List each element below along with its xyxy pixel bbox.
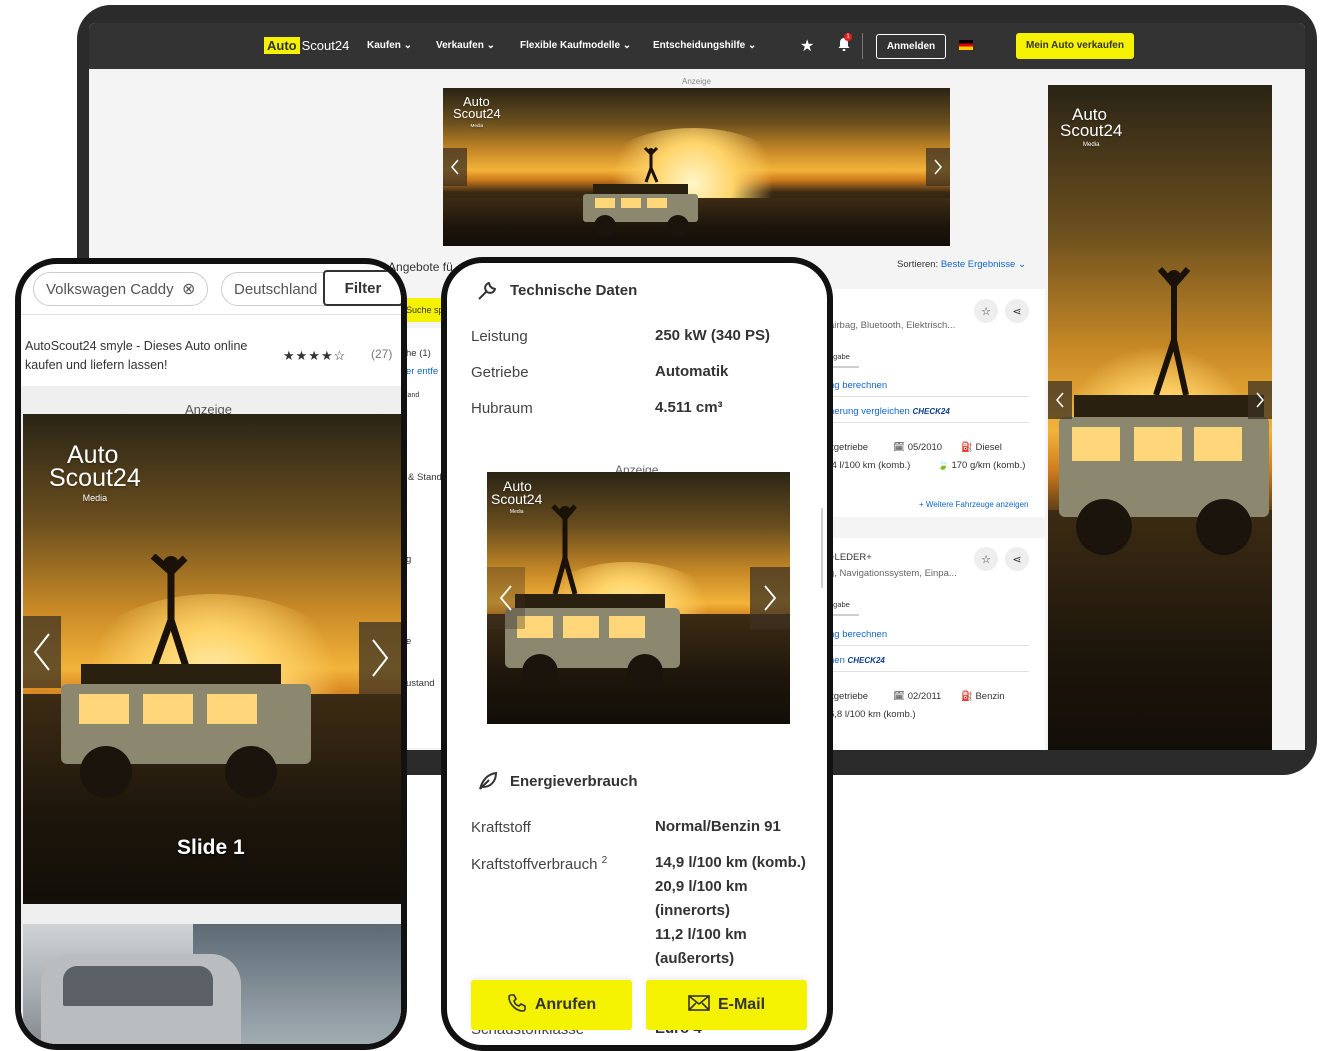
finance-calculation-link[interactable]: ng berechnen: [829, 380, 887, 391]
logo-part-scout24: Scout24: [301, 38, 350, 53]
favorite-star-icon[interactable]: ☆: [974, 547, 998, 571]
favorite-star-icon[interactable]: ☆: [974, 299, 998, 323]
filter-chip[interactable]: land: [406, 392, 419, 399]
phone-icon: [507, 993, 527, 1018]
filter-item[interactable]: er entfe: [406, 366, 438, 377]
autoscout24-media-logo: Auto Scout24 Media: [453, 94, 501, 128]
wrench-icon: [475, 279, 499, 308]
listing-photo-volkswagen-caddy[interactable]: [23, 924, 401, 1044]
nav-verkaufen[interactable]: Verkaufen ⌄: [436, 40, 495, 51]
fuel-type: ⛽ Benzin: [961, 691, 1005, 702]
phone-search-results: Volkswagen Caddy ⊗ Deutschland Filter Au…: [15, 258, 407, 1050]
listing-card-1[interactable]: airbag, Bluetooth, Elektrisch... ☆ ⋖ nga…: [829, 289, 1045, 517]
gear-type: ltgetriebe: [829, 691, 869, 702]
remove-chip-icon[interactable]: ⊗: [182, 279, 195, 299]
spec-value: 4.511 cm³: [655, 399, 723, 416]
registration-date: 🗓 05/2010: [893, 442, 943, 453]
fuel-consumption: 6,8 l/100 km (komb.): [829, 709, 916, 720]
nav-flexible-kaufmodelle[interactable]: Flexible Kaufmodelle ⌄: [520, 40, 631, 51]
consumption-values: 14,9 l/100 km (komb.) 20,9 l/100 km (inn…: [655, 854, 806, 967]
autoscout24-logo[interactable]: Auto Scout24: [264, 37, 349, 54]
fuel-consumption: ,4 l/100 km (komb.): [829, 460, 911, 471]
banner-prev-button[interactable]: [443, 148, 467, 186]
skyscraper-next-button[interactable]: [1248, 381, 1272, 419]
filter-item[interactable]: & Stand: [408, 472, 442, 483]
listing-card-2[interactable]: +LEDER+ g, Navigationssystem, Einpa... ☆…: [829, 538, 1045, 750]
filter-item[interactable]: he (1): [406, 348, 431, 359]
gear-type: ltgetriebe: [829, 442, 869, 453]
german-flag-icon[interactable]: [959, 40, 973, 50]
call-button[interactable]: Anrufen: [471, 980, 632, 1030]
filter-chip-model[interactable]: Volkswagen Caddy ⊗: [33, 272, 209, 306]
insurance-compare-link[interactable]: herung vergleichen CHECK24: [829, 406, 950, 417]
scrollbar[interactable]: [821, 508, 823, 588]
rating-count: (27): [371, 347, 393, 361]
registration-date: 🗓 02/2011: [893, 691, 942, 702]
email-button[interactable]: E-Mail: [646, 980, 807, 1030]
top-navigation-bar: Auto Scout24 Kaufen ⌄ Verkaufen ⌄ Flexib…: [89, 23, 1305, 69]
skyscraper-prev-button[interactable]: [1048, 381, 1072, 419]
share-icon[interactable]: ⋖: [1005, 299, 1029, 323]
ad-label: Anzeige: [682, 77, 711, 86]
energy-consumption-title: Energieverbrauch: [510, 773, 638, 790]
slider-prev-button[interactable]: [23, 616, 61, 688]
spec-value: 250 kW (340 PS): [655, 327, 771, 344]
co2-emission: 🍃 170 g/km (komb.): [937, 460, 1026, 471]
banner-next-button[interactable]: [926, 148, 950, 186]
logo-part-auto: Auto: [264, 37, 300, 54]
phone-vehicle-details: Technische Daten Leistung 250 kW (340 PS…: [441, 257, 833, 1051]
consumption-key: Kraftstoffverbrauch 2: [471, 855, 608, 873]
save-search-button[interactable]: Suche sp: [404, 298, 444, 322]
slide-label: Slide 1: [177, 836, 245, 859]
detail-ad-image[interactable]: Auto Scout24 Media: [487, 472, 790, 724]
finance-calculation-link[interactable]: ng berechnen: [829, 629, 887, 640]
sell-car-button[interactable]: Mein Auto verkaufen: [1016, 33, 1134, 59]
insurance-compare-link[interactable]: hen CHECK24: [829, 655, 885, 666]
listing-title: +LEDER+: [829, 552, 872, 563]
nav-entscheidungshilfe[interactable]: Entscheidungshilfe ⌄: [653, 40, 756, 51]
filter-item[interactable]: ustand: [406, 678, 435, 689]
slider-next-button[interactable]: [359, 622, 401, 694]
fuel-value: Normal/Benzin 91: [655, 818, 781, 835]
filter-button[interactable]: Filter: [323, 270, 401, 306]
filter-sidebar: he (1) er entfe land & Stand g e ustand: [404, 328, 444, 748]
spec-key: Leistung: [471, 328, 528, 345]
autoscout24-media-logo: Auto Scout24 Media: [491, 478, 543, 515]
nav-kaufen[interactable]: Kaufen ⌄: [367, 40, 412, 51]
listing-features: airbag, Bluetooth, Elektrisch...: [829, 320, 956, 331]
fuel-key: Kraftstoff: [471, 819, 531, 836]
mobile-ad-slider[interactable]: Auto Scout24 Media Slide 1: [23, 414, 401, 904]
dealer-promo-text: AutoScout24 smyle - Dieses Auto online k…: [25, 339, 248, 372]
technical-data-title: Technische Daten: [510, 282, 638, 299]
fuel-type: ⛽ Diesel: [961, 442, 1002, 453]
skyscraper-ad-image[interactable]: Auto Scout24 Media: [1048, 85, 1272, 750]
spec-key: Getriebe: [471, 364, 529, 381]
banner-ad-image[interactable]: Auto Scout24 Media: [443, 88, 950, 246]
sort-control[interactable]: Sortieren: Beste Ergebnisse ⌄: [897, 259, 1026, 270]
show-more-vehicles-link[interactable]: + Weitere Fahrzeuge anzeigen: [919, 500, 1028, 509]
ad-prev-button[interactable]: [487, 567, 525, 629]
notification-badge: 1: [844, 33, 852, 41]
spec-key: Hubraum: [471, 400, 533, 417]
spec-value: Automatik: [655, 363, 729, 380]
leaf-icon: [477, 770, 499, 797]
favorites-star-icon[interactable]: ★: [800, 36, 814, 56]
nav-separator: [862, 33, 863, 59]
share-icon[interactable]: ⋖: [1005, 547, 1029, 571]
mail-icon: [688, 994, 710, 1016]
autoscout24-media-logo: Auto Scout24 Media: [1060, 105, 1123, 149]
login-button[interactable]: Anmelden: [876, 34, 946, 59]
listing-features: g, Navigationssystem, Einpa...: [829, 568, 957, 579]
autoscout24-media-logo: Auto Scout24 Media: [49, 441, 141, 503]
ad-next-button[interactable]: [750, 567, 790, 629]
rating-stars-icon: ★★★★☆: [283, 348, 347, 363]
